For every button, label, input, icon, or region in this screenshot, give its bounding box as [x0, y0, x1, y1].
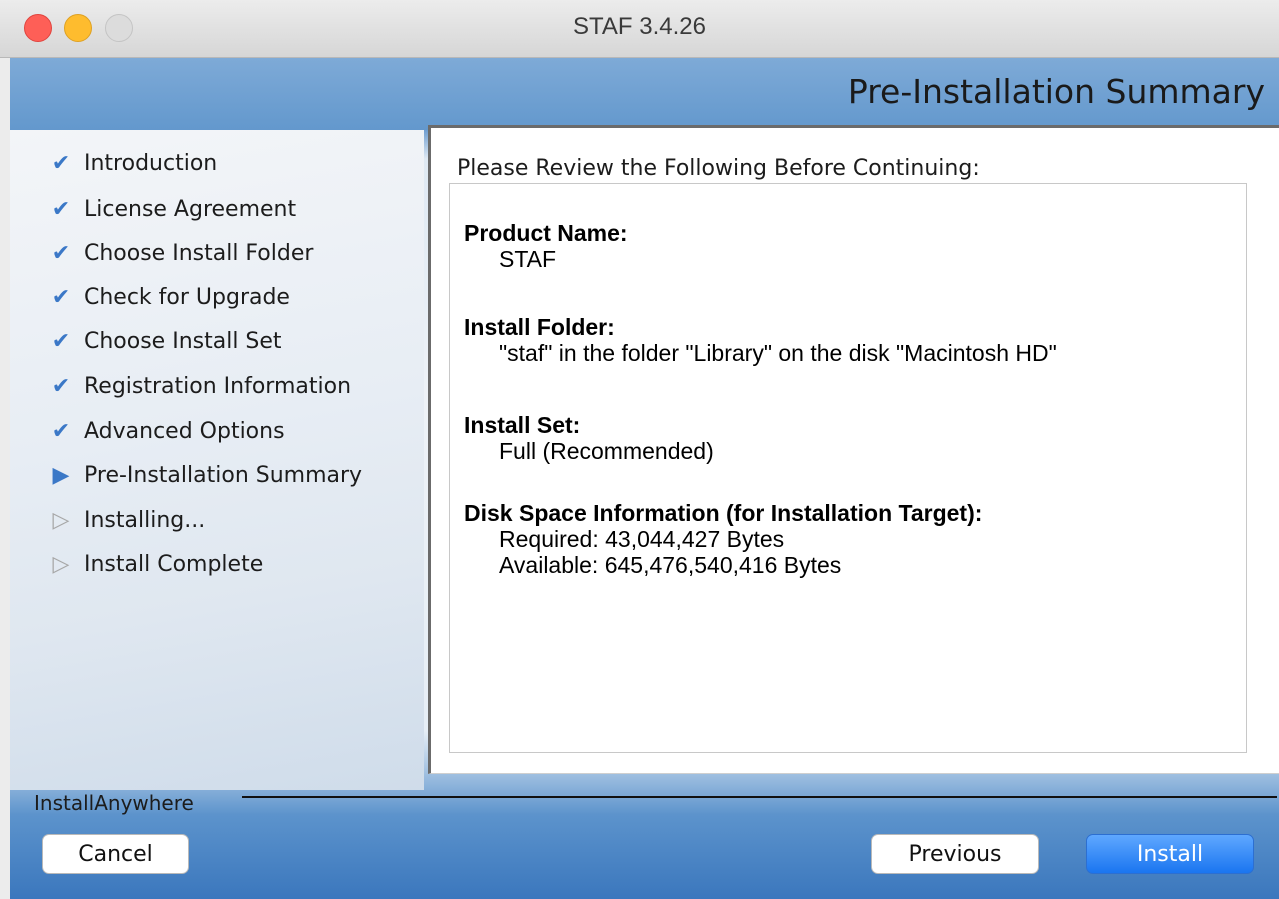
steps-sidebar: ✔ Introduction ✔ License Agreement ✔ Cho…: [10, 130, 424, 790]
installer-window: STAF 3.4.26 Pre-Installation Summary ✔ I…: [0, 0, 1279, 899]
step-label: Check for Upgrade: [84, 284, 290, 310]
checkmark-icon: ✔: [51, 328, 71, 354]
step-advanced-options: ✔ Advanced Options: [48, 414, 285, 448]
step-install-complete: ▷ Install Complete: [48, 547, 264, 581]
product-name-section: Product Name: STAF: [464, 220, 628, 272]
window-title: STAF 3.4.26: [573, 13, 706, 40]
checkmark-icon: ✔: [51, 240, 71, 266]
page-title: Pre-Installation Summary: [847, 72, 1265, 111]
step-pre-installation-summary: ▶ Pre-Installation Summary: [48, 458, 363, 492]
install-folder-value: "staf" in the folder "Library" on the di…: [499, 340, 1057, 366]
cancel-button[interactable]: Cancel: [42, 834, 189, 874]
step-choose-install-set: ✔ Choose Install Set: [48, 324, 282, 358]
checkmark-icon: ✔: [51, 418, 71, 444]
checkmark-icon: ✔: [51, 373, 71, 399]
step-installing: ▷ Installing...: [48, 503, 206, 537]
summary-heading: Please Review the Following Before Conti…: [457, 156, 980, 181]
step-label: Registration Information: [84, 373, 352, 399]
disk-space-label: Disk Space Information (for Installation…: [464, 500, 983, 526]
step-label: Choose Install Folder: [84, 240, 314, 266]
install-folder-label: Install Folder:: [464, 314, 615, 340]
footer-divider: [242, 796, 1277, 798]
step-label: Install Complete: [84, 551, 264, 577]
disk-space-available: Available: 645,476,540,416 Bytes: [499, 552, 842, 578]
step-label: Introduction: [84, 150, 218, 176]
checkmark-icon: ✔: [51, 196, 71, 222]
step-label: Installing...: [84, 507, 206, 533]
step-label: License Agreement: [84, 196, 297, 222]
product-name-value: STAF: [499, 246, 557, 272]
header-band: Pre-Installation Summary: [10, 58, 1279, 130]
step-label: Advanced Options: [84, 418, 285, 444]
outline-triangle-icon: ▷: [52, 507, 70, 533]
step-license-agreement: ✔ License Agreement: [48, 192, 296, 226]
previous-button[interactable]: Previous: [871, 834, 1039, 874]
install-set-value: Full (Recommended): [499, 438, 714, 464]
step-introduction: ✔ Introduction: [48, 146, 217, 180]
product-name-label: Product Name:: [464, 220, 628, 246]
install-folder-section: Install Folder: "staf" in the folder "Li…: [464, 314, 1057, 366]
checkmark-icon: ✔: [51, 284, 71, 310]
disk-space-section: Disk Space Information (for Installation…: [464, 500, 982, 578]
summary-text-area[interactable]: Product Name: STAF Install Folder: "staf…: [449, 183, 1247, 753]
installanywhere-brand: InstallAnywhere: [34, 791, 194, 815]
summary-panel: Please Review the Following Before Conti…: [428, 125, 1279, 774]
filled-triangle-icon: ▶: [52, 462, 70, 488]
step-choose-install-folder: ✔ Choose Install Folder: [48, 236, 314, 270]
install-button[interactable]: Install: [1086, 834, 1254, 874]
step-registration-information: ✔ Registration Information: [48, 369, 351, 403]
install-set-label: Install Set:: [464, 412, 581, 438]
step-label: Choose Install Set: [84, 328, 282, 354]
install-set-section: Install Set: Full (Recommended): [464, 412, 714, 464]
step-check-for-upgrade: ✔ Check for Upgrade: [48, 280, 290, 314]
installer-content: Pre-Installation Summary ✔ Introduction …: [10, 58, 1279, 899]
outline-triangle-icon: ▷: [52, 551, 70, 577]
title-bar: STAF 3.4.26: [0, 0, 1279, 58]
step-label: Pre-Installation Summary: [84, 462, 363, 488]
checkmark-icon: ✔: [51, 150, 71, 176]
disk-space-required: Required: 43,044,427 Bytes: [499, 526, 785, 552]
window-edge: [0, 58, 10, 899]
